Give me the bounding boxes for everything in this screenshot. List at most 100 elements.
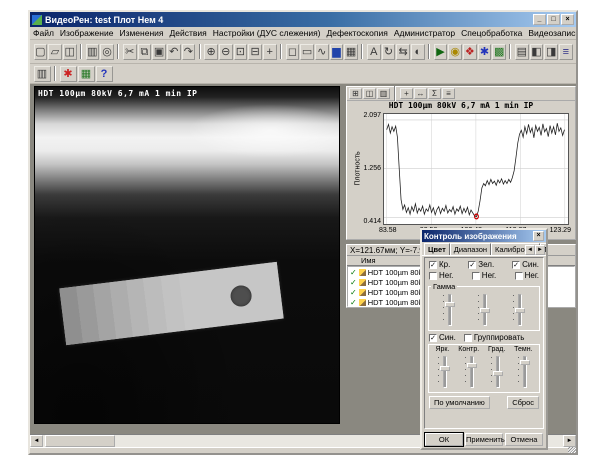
flip-icon[interactable]: ⇆ <box>396 44 410 60</box>
menu-item[interactable]: Настройки (ДУС слежения) <box>210 28 324 38</box>
checkbox-box[interactable]: ✓ <box>429 261 437 269</box>
menu-item[interactable]: Изображение <box>57 28 117 38</box>
checkbox-option[interactable]: Нег. <box>429 271 453 280</box>
cut-icon[interactable]: ✂ <box>123 44 137 60</box>
palette-icon[interactable]: ❖ <box>463 44 477 60</box>
zoom-out-icon[interactable]: ⊖ <box>219 44 233 60</box>
slider-thumb[interactable] <box>445 302 455 307</box>
slider-thumb[interactable] <box>467 363 477 368</box>
brightness-slider[interactable] <box>436 354 452 390</box>
slider-thumb[interactable] <box>480 308 490 313</box>
checkbox-box[interactable]: ✓ <box>468 261 476 269</box>
checkbox-option[interactable]: Нег. <box>515 271 539 280</box>
plot-save-icon[interactable]: ◫ <box>363 88 376 99</box>
reset-button[interactable]: Сброс <box>507 396 539 409</box>
plot-stats-icon[interactable]: Σ <box>428 88 441 99</box>
redo-icon[interactable]: ↷ <box>182 44 196 60</box>
checkbox-box[interactable] <box>464 334 472 342</box>
minimize-button[interactable]: _ <box>533 14 546 25</box>
plot-grid-icon[interactable]: ⊞ <box>349 88 362 99</box>
cancel-button[interactable]: Отмена <box>505 433 543 446</box>
layers-icon[interactable]: ▩ <box>492 44 506 60</box>
slider-thumb[interactable] <box>520 360 530 365</box>
pan-icon[interactable]: + <box>263 44 277 60</box>
contrast-slider[interactable] <box>463 354 479 390</box>
gamma-slider-blue[interactable] <box>511 292 527 328</box>
density-profile-chart[interactable] <box>383 113 569 225</box>
scroll-right-button[interactable]: ► <box>563 435 576 447</box>
slider-thumb[interactable] <box>493 371 503 376</box>
histogram-icon[interactable]: ▆ <box>330 44 344 60</box>
checkbox-box[interactable] <box>515 272 523 280</box>
tab-1[interactable]: Цвет <box>424 243 450 256</box>
play-icon[interactable]: ▶ <box>434 44 448 60</box>
filters-icon[interactable]: ✱ <box>478 44 492 60</box>
ok-button[interactable]: ОК <box>425 433 463 446</box>
plot-range-icon[interactable]: ↔ <box>414 88 427 99</box>
checkbox-box[interactable]: ✓ <box>429 334 437 342</box>
checkbox-option[interactable]: ✓Кр. <box>429 260 450 269</box>
help-icon[interactable]: ? <box>96 66 113 82</box>
resize-grip[interactable] <box>568 447 576 453</box>
title-bar[interactable]: ВидеоРен: test Плот Нем 4 _ □ × <box>30 12 576 27</box>
open-icon[interactable]: ▱ <box>48 44 62 60</box>
menu-item[interactable]: Файл <box>30 28 57 38</box>
apply-button[interactable]: Применить <box>465 433 503 446</box>
database-icon[interactable]: ≡ <box>559 44 573 60</box>
menu-item[interactable]: Видеозапись <box>525 28 576 38</box>
print-icon[interactable]: ▥ <box>86 44 100 60</box>
marker-icon[interactable]: ✱ <box>60 66 77 82</box>
scrollbar-thumb[interactable] <box>45 435 115 447</box>
monitor-icon[interactable]: ▤ <box>515 44 529 60</box>
zoom-actual-icon[interactable]: ⊟ <box>248 44 262 60</box>
report-icon[interactable]: ▥ <box>34 66 51 82</box>
profile-icon[interactable]: ∿ <box>315 44 329 60</box>
slider-thumb[interactable] <box>515 308 525 313</box>
menu-item[interactable]: Действия <box>167 28 210 38</box>
settings-icon[interactable]: ◧ <box>530 44 544 60</box>
menu-item[interactable]: Спецобработка <box>458 28 525 38</box>
capture-icon[interactable]: ◉ <box>448 44 462 60</box>
new-icon[interactable]: ▢ <box>34 44 48 60</box>
copy-icon[interactable]: ⧉ <box>138 44 152 60</box>
checkbox-option[interactable]: Группировать <box>464 333 525 342</box>
plot-print-icon[interactable]: ▥ <box>377 88 390 99</box>
select-icon[interactable]: ◻ <box>286 44 300 60</box>
tab-scroll-right[interactable]: ► <box>535 245 545 255</box>
shadow-slider[interactable] <box>516 354 532 390</box>
checkbox-option[interactable]: ✓Син. <box>512 260 539 269</box>
dialog-close-button[interactable]: × <box>533 231 544 241</box>
measure-icon[interactable]: ▦ <box>78 66 95 82</box>
slider-thumb[interactable] <box>440 366 450 371</box>
checkbox-box[interactable] <box>472 272 480 280</box>
checkbox-option[interactable]: Нег. <box>472 271 496 280</box>
gamma-slider-red[interactable] <box>441 292 457 328</box>
gradation-slider[interactable] <box>489 354 505 390</box>
save-icon[interactable]: ◫ <box>63 44 77 60</box>
tab-scroll-left[interactable]: ◄ <box>525 245 535 255</box>
rotate-icon[interactable]: ↻ <box>382 44 396 60</box>
invert-icon[interactable]: ◐ <box>411 44 425 60</box>
scroll-left-button[interactable]: ◄ <box>30 435 43 447</box>
print-preview-icon[interactable]: ◎ <box>100 44 114 60</box>
menu-item[interactable]: Администратор <box>391 28 458 38</box>
dialog-title-bar[interactable]: Контроль изображения × <box>422 230 546 242</box>
text-icon[interactable]: A <box>367 44 381 60</box>
checkbox-box[interactable]: ✓ <box>512 261 520 269</box>
undo-icon[interactable]: ↶ <box>167 44 181 60</box>
zoom-in-icon[interactable]: ⊕ <box>204 44 218 60</box>
menu-item[interactable]: Изменения <box>116 28 166 38</box>
checkbox-box[interactable] <box>429 272 437 280</box>
grid-icon[interactable]: ▦ <box>344 44 358 60</box>
gamma-slider-green[interactable] <box>476 292 492 328</box>
xray-image-viewer[interactable]: HDT 100µm 80kV 6,7 mA 1 min IP <box>34 86 340 424</box>
zoom-fit-icon[interactable]: ⊡ <box>234 44 248 60</box>
close-button[interactable]: × <box>561 14 574 25</box>
plot-cursor-icon[interactable]: + <box>400 88 413 99</box>
checkbox-option[interactable]: ✓Зел. <box>468 260 494 269</box>
paste-icon[interactable]: ▣ <box>152 44 166 60</box>
maximize-button[interactable]: □ <box>547 14 560 25</box>
tab-2[interactable]: Диапазон <box>450 243 491 255</box>
ruler-icon[interactable]: ▭ <box>300 44 314 60</box>
menu-item[interactable]: Дефектоскопия <box>324 28 391 38</box>
